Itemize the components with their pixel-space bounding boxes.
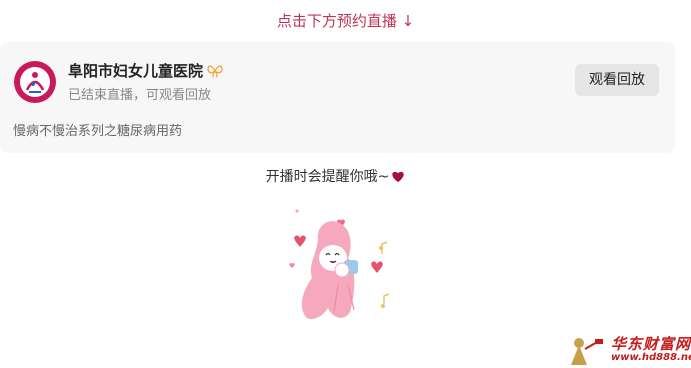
live-status-text: 已结束直播，可观看回放 (68, 88, 212, 103)
hospital-logo-avatar[interactable] (13, 60, 57, 104)
watermark-text: 华东财富网 (611, 335, 691, 353)
watermark-url: www.hd888.net (611, 352, 691, 363)
butterfly-badge-icon (207, 65, 223, 78)
mascot-illustration (289, 209, 390, 320)
org-name[interactable]: 阜阳市妇女儿童医院 (68, 60, 223, 81)
live-topic-title[interactable]: 慢病不慢治系列之糖尿病用药 (13, 120, 182, 139)
reminder-text: 开播时会提醒你哦~ (265, 169, 390, 185)
reserve-live-prompt[interactable]: 点击下方预约直播 ↓ (0, 10, 691, 31)
org-name-label: 阜阳市妇女儿童医院 (68, 62, 204, 80)
watch-replay-button[interactable]: 观看回放 (575, 64, 659, 96)
heart-icon (392, 171, 405, 182)
reminder-message: 开播时会提醒你哦~ (0, 166, 671, 186)
live-card: 阜阳市妇女儿童医院 已结束直播，可观看回放 观看回放 慢病不慢治系列之糖尿病用药 (0, 42, 675, 153)
